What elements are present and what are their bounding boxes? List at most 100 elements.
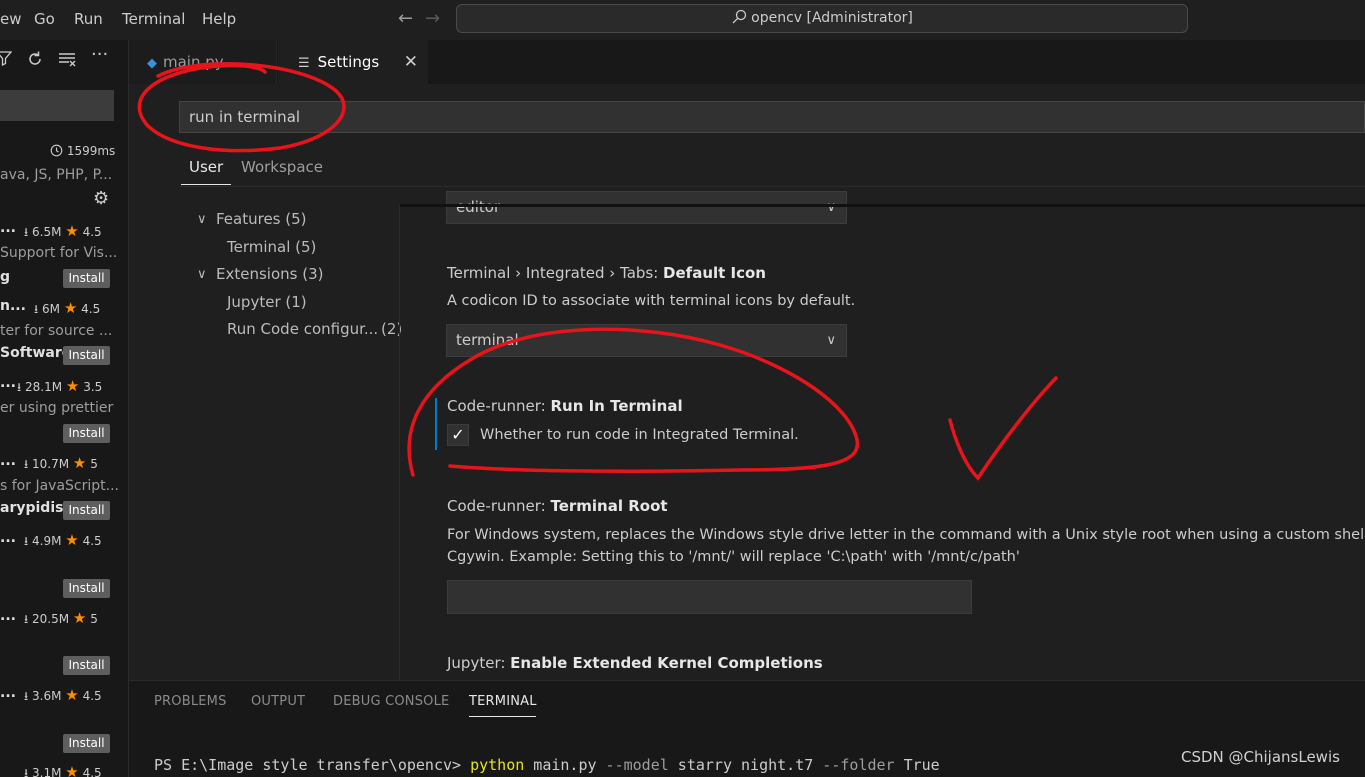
setting-category: Terminal › Integrated › Tabs:	[447, 264, 664, 282]
setting-category: Code-runner:	[447, 397, 551, 415]
setting-description: Cgywin. Example: Setting this to '/mnt/'…	[447, 549, 1020, 565]
chevron-down-icon[interactable]: ∨	[197, 212, 207, 227]
install-button[interactable]: Install	[63, 734, 110, 753]
extension-publisher: g	[0, 269, 11, 285]
terminal-prompt: PS E:\Image style transfer\opencv>	[154, 756, 471, 774]
chevron-down-icon[interactable]: ∨	[197, 267, 207, 282]
download-count: 28.1M	[25, 380, 63, 394]
tab-user-settings[interactable]: User	[189, 158, 223, 176]
history-icon	[50, 144, 63, 157]
tab-label: main.py	[163, 53, 224, 71]
search-time-label: 1599ms	[66, 144, 116, 158]
install-button[interactable]: Install	[63, 579, 110, 598]
annotation-checkmark	[948, 376, 1058, 481]
setting-title-terminal-root: Code-runner: Terminal Root	[447, 497, 668, 515]
extensions-search-input[interactable]	[0, 90, 114, 121]
install-button[interactable]: Install	[63, 346, 110, 365]
back-arrow-icon[interactable]: ←	[398, 8, 413, 29]
setting-select-default-icon[interactable]: terminal ∨	[446, 324, 847, 357]
install-button[interactable]: Install	[63, 269, 110, 288]
menu-help[interactable]: Help	[202, 10, 236, 28]
python-icon: ◆	[147, 56, 157, 71]
tab-problems[interactable]: PROBLEMS	[154, 694, 227, 709]
extension-stats: ⭳ 3.1M ★ 4.5	[24, 763, 102, 777]
extension-name: ...	[0, 453, 16, 469]
menu-run[interactable]: Run	[74, 10, 103, 28]
install-button[interactable]: Install	[63, 656, 110, 675]
tab-workspace-settings[interactable]: Workspace	[241, 158, 323, 176]
command-center-search[interactable]: opencv [Administrator]	[456, 4, 1188, 33]
download-count: 10.7M	[32, 457, 70, 471]
select-value: editor	[456, 198, 501, 216]
terminal-arg: starry night.t7	[668, 756, 823, 774]
extension-name: ...	[0, 608, 16, 624]
setting-description: A codicon ID to associate with terminal …	[447, 293, 856, 309]
refresh-icon[interactable]	[26, 50, 44, 73]
active-panel-indicator	[469, 716, 536, 717]
watermark: CSDN @ChijansLewis	[1181, 748, 1340, 766]
setting-name: Default Icon	[663, 264, 766, 282]
terminal-line[interactable]: PS E:\Image style transfer\opencv> pytho…	[154, 756, 940, 774]
install-button[interactable]: Install	[63, 501, 110, 520]
forward-arrow-icon[interactable]: →	[425, 8, 440, 29]
tab-label: Settings	[317, 53, 380, 71]
setting-title-jupyter-completions: Jupyter: Enable Extended Kernel Completi…	[447, 654, 823, 672]
extension-stats: ⭳ 3.6M ★ 4.5	[24, 686, 102, 704]
setting-select-editor[interactable]: editor ∨	[446, 191, 847, 224]
settings-search-input[interactable]: run in terminal	[179, 101, 1365, 133]
rating: 4.5	[82, 689, 102, 703]
setting-name: Terminal Root	[550, 497, 668, 515]
tab-terminal[interactable]: TERMINAL	[469, 694, 537, 709]
toc-extensions[interactable]: Extensions (3)	[216, 265, 323, 283]
star-icon: ★	[65, 222, 79, 240]
terminal-command: python	[470, 756, 525, 774]
download-count: 4.9M	[32, 534, 62, 548]
search-time: 1599ms	[50, 144, 115, 158]
setting-title-default-icon: Terminal › Integrated › Tabs: Default Ic…	[447, 264, 766, 282]
close-icon[interactable]: ✕	[404, 40, 418, 84]
star-icon: ★	[65, 377, 80, 395]
rating: 4.5	[82, 766, 102, 777]
install-button[interactable]: Install	[63, 424, 110, 443]
terminal-root-input[interactable]	[447, 580, 972, 614]
filter-icon[interactable]	[0, 50, 13, 71]
gear-icon[interactable]: ⚙	[93, 188, 109, 209]
star-icon: ★	[65, 531, 79, 549]
extension-name: ...	[0, 530, 16, 546]
tab-debug-console[interactable]: DEBUG CONSOLE	[333, 694, 449, 709]
tab-output[interactable]: OUTPUT	[251, 694, 305, 709]
toc-terminal[interactable]: Terminal (5)	[227, 238, 316, 256]
star-icon: ★	[65, 763, 79, 777]
star-icon: ★	[72, 609, 87, 627]
terminal-arg: True	[894, 756, 940, 774]
modified-indicator	[435, 398, 437, 450]
clear-results-icon[interactable]	[58, 50, 76, 73]
toc-features[interactable]: Features (5)	[216, 210, 307, 228]
extension-desc: Support for Vis...	[0, 245, 118, 261]
chevron-down-icon: ∨	[826, 333, 836, 348]
check-icon: ✓	[451, 425, 465, 444]
active-scope-indicator	[181, 184, 231, 185]
menu-view[interactable]: ew	[0, 10, 22, 28]
tab-settings[interactable]: ☰ Settings ✕	[278, 40, 428, 84]
more-actions-icon[interactable]: ···	[91, 44, 108, 65]
extension-name: n...	[0, 298, 26, 314]
rating: 3.5	[83, 380, 103, 394]
toc-jupyter[interactable]: Jupyter (1)	[227, 293, 307, 311]
settings-file-icon: ☰	[298, 56, 310, 71]
extension-publisher: Software	[0, 345, 72, 361]
menu-go[interactable]: Go	[34, 10, 55, 28]
download-count: 3.1M	[32, 766, 62, 777]
tab-main-py[interactable]: ◆ main.py	[129, 40, 277, 84]
extension-name: ...	[0, 375, 16, 391]
extension-stats: ⭳ 6M ★ 4.5	[34, 299, 101, 317]
extensions-sidebar: ··· 1599ms ava, JS, PHP, P... ⚙ ... ⭳ 6.…	[0, 40, 129, 777]
extension-name: ...	[0, 220, 16, 236]
extension-desc: ava, JS, PHP, P...	[0, 167, 113, 183]
run-in-terminal-checkbox[interactable]: ✓	[447, 424, 469, 446]
extension-publisher: arypidis	[0, 500, 64, 516]
scope-divider	[179, 186, 1365, 187]
toc-run-code[interactable]: Run Code configur...	[227, 320, 378, 338]
menu-terminal[interactable]: Terminal	[122, 10, 185, 28]
setting-category: Code-runner:	[447, 497, 551, 515]
